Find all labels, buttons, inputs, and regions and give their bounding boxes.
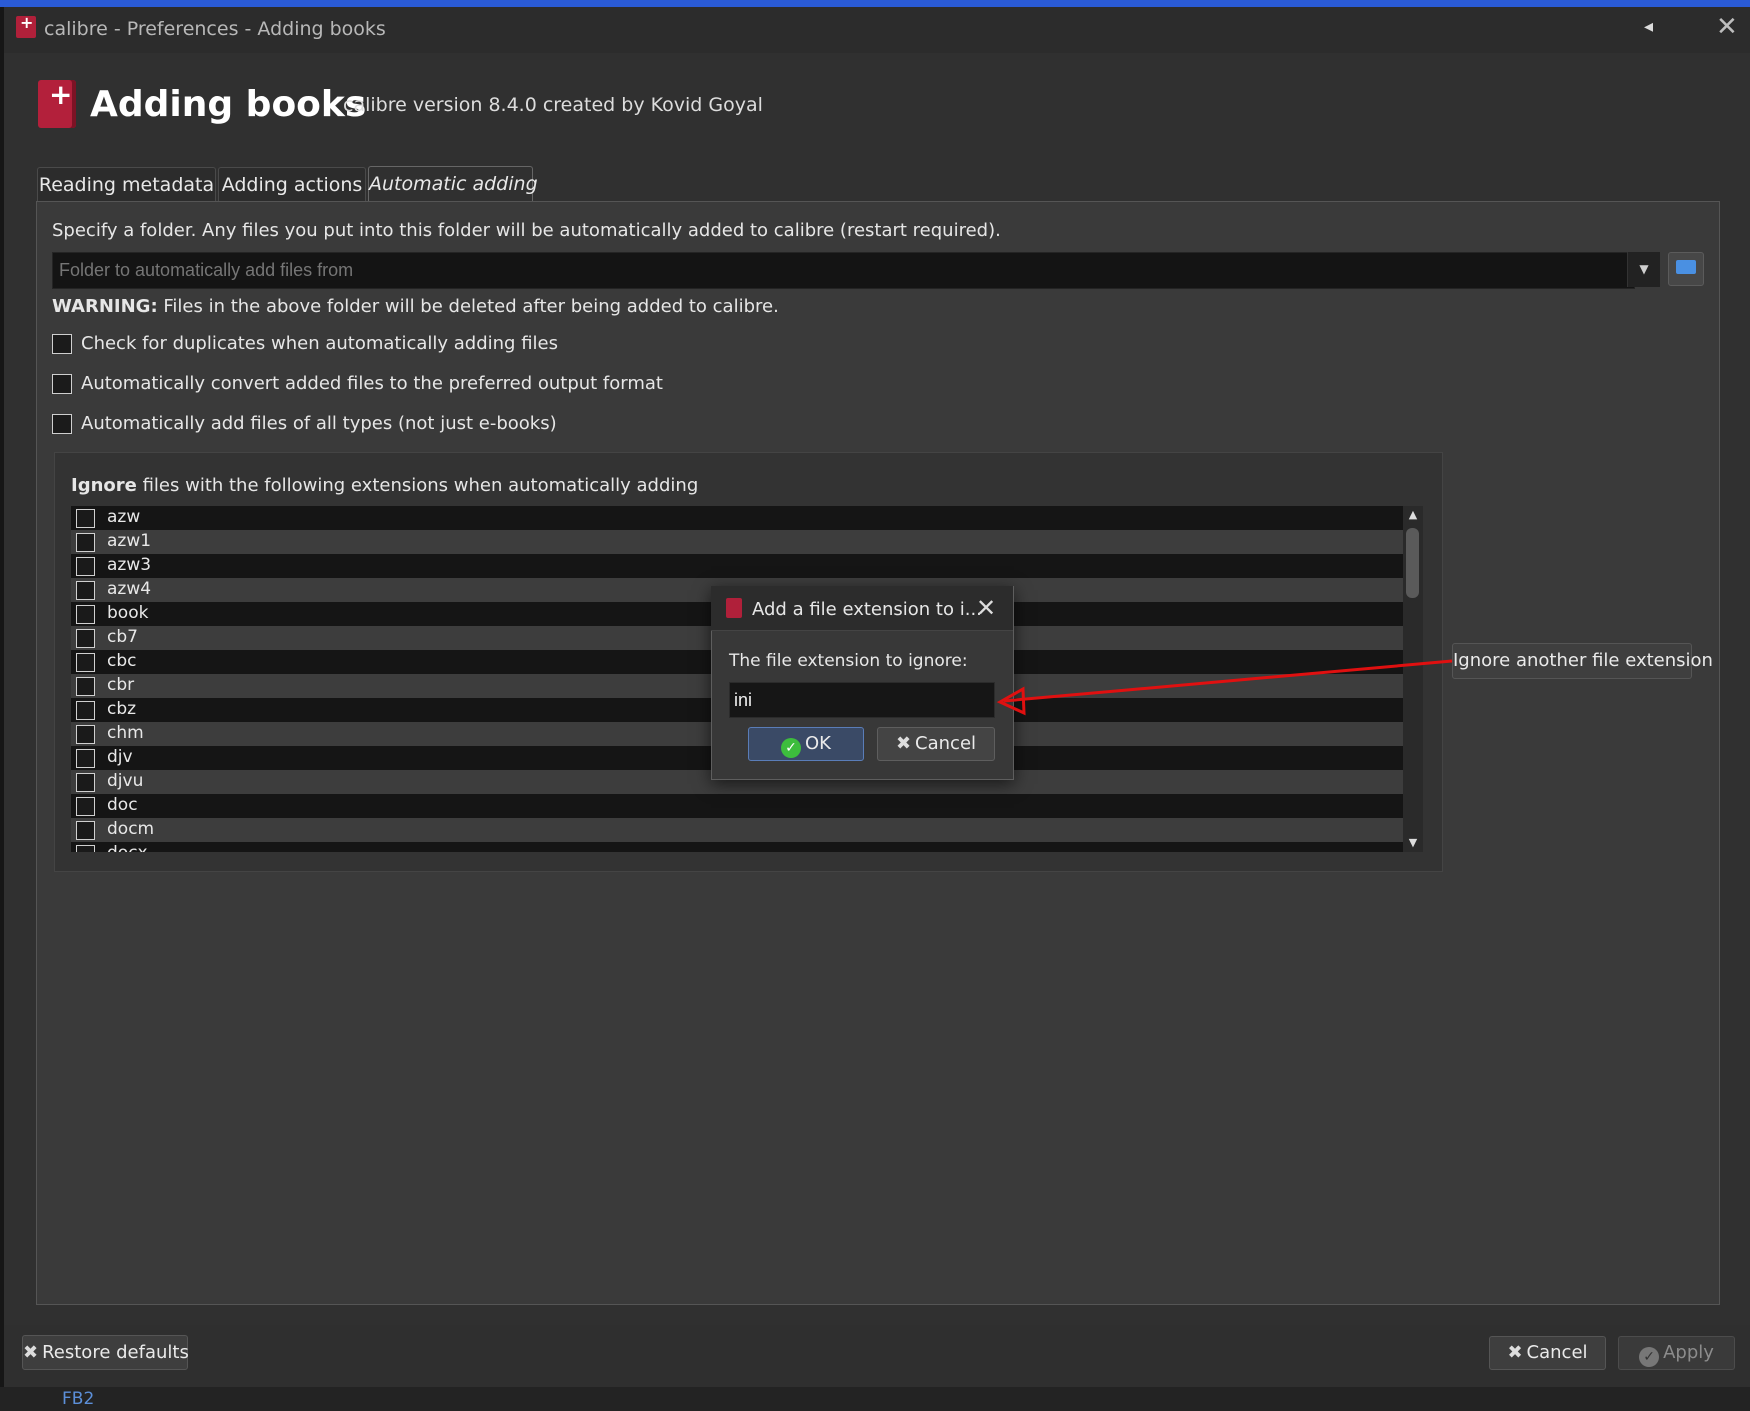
scroll-up-icon[interactable]: ▲ — [1403, 506, 1423, 524]
dialog-prompt: The file extension to ignore: — [729, 651, 968, 671]
extension-label: azw1 — [107, 531, 152, 551]
background-bottom-strip — [0, 1387, 1750, 1411]
extension-label: azw — [107, 507, 141, 527]
extension-row[interactable]: azw — [71, 506, 1403, 530]
extension-input[interactable] — [729, 682, 995, 718]
cancel-x-icon: ✖ — [895, 733, 912, 754]
extension-row[interactable]: azw1 — [71, 530, 1403, 554]
extension-label: doc — [107, 795, 138, 815]
ok-label: OK — [805, 733, 831, 754]
checkbox[interactable] — [76, 821, 95, 840]
extension-row[interactable]: doc — [71, 794, 1403, 818]
ignore-label-rest: files with the following extensions when… — [136, 475, 699, 496]
background-window-strip — [0, 0, 1750, 7]
extension-label: azw4 — [107, 579, 152, 599]
option-label: Automatically convert added files to the… — [81, 373, 663, 394]
ignore-extensions-label: Ignore files with the following extensio… — [71, 475, 698, 496]
window-collapse-icon[interactable]: ◂ — [1644, 16, 1653, 37]
tab-reading-metadata[interactable]: Reading metadata — [37, 167, 216, 202]
extension-label: book — [107, 603, 149, 623]
warning-message: Files in the above folder will be delete… — [157, 296, 779, 317]
checkbox[interactable] — [52, 374, 72, 394]
checkbox[interactable] — [76, 725, 95, 744]
dialog-title: Add a file extension to i... — [752, 599, 982, 620]
ignore-bold-word: Ignore — [71, 475, 137, 496]
folder-dropdown-arrow-icon[interactable]: ▼ — [1627, 252, 1660, 287]
cancel-x-icon: ✖ — [1507, 1342, 1523, 1363]
cancel-label: Cancel — [915, 733, 977, 754]
ok-button[interactable]: ✓ OK — [748, 727, 864, 761]
browse-folder-button[interactable] — [1668, 252, 1704, 286]
extension-label: chm — [107, 723, 144, 743]
apply-check-icon: ✓ — [1639, 1347, 1660, 1367]
apply-button[interactable]: ✓ Apply — [1618, 1336, 1735, 1370]
cancel-label: Cancel — [1526, 1342, 1588, 1363]
checkbox[interactable] — [76, 533, 95, 552]
extension-label: docm — [107, 819, 155, 839]
page-subtitle: calibre version 8.4.0 created by Kovid G… — [343, 94, 763, 116]
apply-label: Apply — [1663, 1342, 1714, 1363]
option-label: Check for duplicates when automatically … — [81, 333, 558, 354]
folder-input[interactable] — [52, 252, 1635, 289]
extension-label: cbz — [107, 699, 137, 719]
dialog-close-icon[interactable]: ✕ — [976, 594, 996, 622]
checkbox[interactable] — [76, 605, 95, 624]
extension-label: cbc — [107, 651, 137, 671]
warning-text: WARNING: Files in the above folder will … — [52, 296, 779, 317]
restore-label: Restore defaults — [42, 1342, 189, 1363]
folder-open-icon — [1676, 260, 1696, 274]
checkbox[interactable] — [76, 749, 95, 768]
checkbox[interactable] — [76, 677, 95, 696]
checkbox[interactable] — [76, 845, 95, 852]
window-title: calibre - Preferences - Adding books — [44, 18, 386, 40]
checkbox[interactable] — [76, 557, 95, 576]
extension-label: cb7 — [107, 627, 138, 647]
dialog-cancel-button[interactable]: ✖ Cancel — [877, 727, 995, 761]
folder-description: Specify a folder. Any files you put into… — [52, 220, 1001, 241]
page-title: Adding books — [90, 84, 367, 125]
checkmark-icon: ✓ — [781, 738, 801, 758]
checkbox[interactable] — [76, 629, 95, 648]
extension-row[interactable]: azw3 — [71, 554, 1403, 578]
extension-label: djv — [107, 747, 133, 767]
restore-defaults-button[interactable]: ✖ Restore defaults — [22, 1335, 189, 1370]
extension-label: azw3 — [107, 555, 152, 575]
window-close-icon[interactable]: ✕ — [1716, 12, 1738, 42]
checkbox[interactable] — [52, 414, 72, 434]
checkbox[interactable] — [76, 509, 95, 528]
tab-automatic-adding[interactable]: Automatic adding — [368, 166, 538, 203]
extension-label: djvu — [107, 771, 144, 791]
calibre-logo-icon — [726, 598, 742, 618]
extension-label: cbr — [107, 675, 135, 695]
background-format-label: FB2 — [62, 1389, 95, 1409]
extension-row[interactable]: docm — [71, 818, 1403, 842]
cancel-button[interactable]: ✖ Cancel — [1489, 1336, 1606, 1370]
checkbox[interactable] — [76, 797, 95, 816]
checkbox[interactable] — [76, 773, 95, 792]
extension-row[interactable]: docx — [71, 842, 1403, 852]
scroll-down-icon[interactable]: ▼ — [1403, 834, 1423, 852]
option-label: Automatically add files of all types (no… — [81, 413, 557, 434]
adding-books-logo-icon — [38, 78, 76, 128]
restore-x-icon: ✖ — [23, 1342, 39, 1363]
checkbox[interactable] — [76, 653, 95, 672]
scroll-thumb[interactable] — [1406, 528, 1419, 598]
extension-label: docx — [107, 843, 148, 852]
checkbox[interactable] — [76, 581, 95, 600]
tab-adding-actions[interactable]: Adding actions — [218, 167, 366, 202]
calibre-logo-icon — [16, 13, 36, 38]
checkbox[interactable] — [76, 701, 95, 720]
checkbox[interactable] — [52, 334, 72, 354]
ignore-another-extension-button[interactable]: Ignore another file extension — [1452, 643, 1713, 679]
warning-label: WARNING: — [52, 296, 158, 317]
